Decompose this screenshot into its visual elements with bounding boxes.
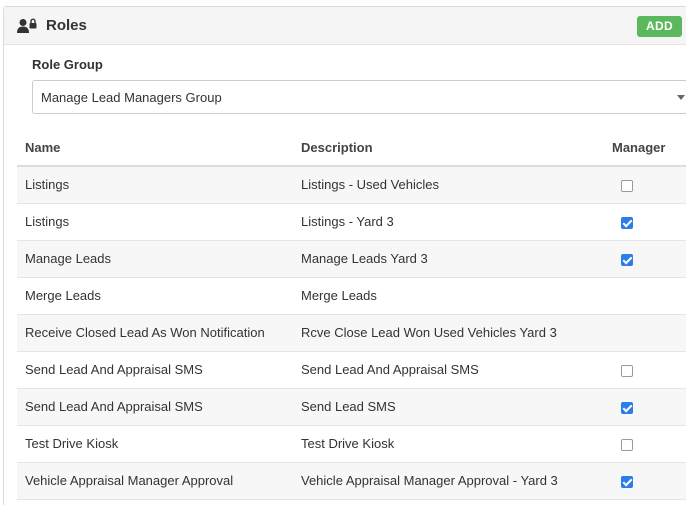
manager-cell: [589, 240, 686, 278]
table-row[interactable]: Listings Listings - Used Vehicles: [17, 166, 686, 204]
manager-checkbox[interactable]: [621, 475, 633, 488]
table-row[interactable]: Receive Closed Lead As Won Notification R…: [17, 314, 686, 352]
column-header-manager[interactable]: Manager: [589, 129, 686, 167]
manager-cell: [589, 166, 686, 204]
table-row[interactable]: Test Drive Kiosk Test Drive Kiosk: [17, 425, 686, 463]
role-description-cell: Listings - Used Vehicles: [293, 166, 589, 204]
role-description-cell: Listings - Yard 3: [293, 203, 589, 241]
role-description-cell: Rcve Close Lead Won Used Vehicles Yard 3: [293, 314, 589, 352]
role-group-label: Role Group: [32, 57, 103, 72]
table-row[interactable]: Merge Leads Merge Leads: [17, 277, 686, 315]
role-group-select[interactable]: Manage Lead Managers Group: [32, 80, 686, 114]
table-row[interactable]: Vehicle Appraisal Manager Approval Vehicl…: [17, 462, 686, 500]
role-name-cell: Listings: [17, 203, 293, 241]
role-description-cell: Send Lead SMS: [293, 388, 589, 426]
role-name-cell: Send Lead And Appraisal SMS: [17, 388, 293, 426]
role-description-cell: Vehicle Appraisal Manager Approval - Yar…: [293, 462, 589, 500]
manager-checkbox[interactable]: [621, 253, 633, 266]
role-description-cell: Manage Leads Yard 3: [293, 240, 589, 278]
add-button[interactable]: ADD: [637, 16, 682, 37]
manager-checkbox[interactable]: [621, 401, 633, 414]
table-row[interactable]: Manage Leads Manage Leads Yard 3: [17, 240, 686, 278]
chevron-down-icon: [677, 95, 685, 100]
table-row[interactable]: Send Lead And Appraisal SMS Send Lead SMS: [17, 388, 686, 426]
manager-checkbox[interactable]: [621, 179, 633, 192]
role-name-cell: Listings: [17, 166, 293, 204]
manager-checkbox[interactable]: [621, 438, 633, 451]
role-name-cell: Manage Leads: [17, 240, 293, 278]
role-group-selected-value: Manage Lead Managers Group: [41, 90, 222, 105]
manager-cell: [589, 203, 686, 241]
column-header-name[interactable]: Name: [17, 129, 293, 167]
manager-cell: [589, 425, 686, 463]
user-lock-icon: [17, 18, 37, 33]
table-header-row: Name Description Manager: [17, 129, 686, 167]
manager-cell: [589, 351, 686, 389]
role-name-cell: Send Lead And Appraisal SMS: [17, 351, 293, 389]
manager-checkbox[interactable]: [621, 216, 633, 229]
table-row[interactable]: Listings Listings - Yard 3: [17, 203, 686, 241]
table-row[interactable]: Send Lead And Appraisal SMS Send Lead And…: [17, 351, 686, 389]
role-description-cell: Merge Leads: [293, 277, 589, 315]
role-name-cell: Merge Leads: [17, 277, 293, 315]
role-name-cell: Test Drive Kiosk: [17, 425, 293, 463]
role-description-cell: Send Lead And Appraisal SMS: [293, 351, 589, 389]
role-name-cell: Vehicle Appraisal Manager Approval: [17, 462, 293, 500]
column-header-description[interactable]: Description: [293, 129, 589, 167]
role-name-cell: Receive Closed Lead As Won Notification: [17, 314, 293, 352]
manager-cell: [589, 462, 686, 500]
roles-table: Name Description Manager Listings Listing…: [17, 129, 686, 500]
manager-cell: [589, 314, 686, 352]
panel-title: Roles: [46, 17, 87, 34]
panel-header: Roles ADD: [4, 7, 686, 45]
manager-cell: [589, 277, 686, 315]
manager-cell: [589, 388, 686, 426]
role-description-cell: Test Drive Kiosk: [293, 425, 589, 463]
manager-checkbox[interactable]: [621, 364, 633, 377]
